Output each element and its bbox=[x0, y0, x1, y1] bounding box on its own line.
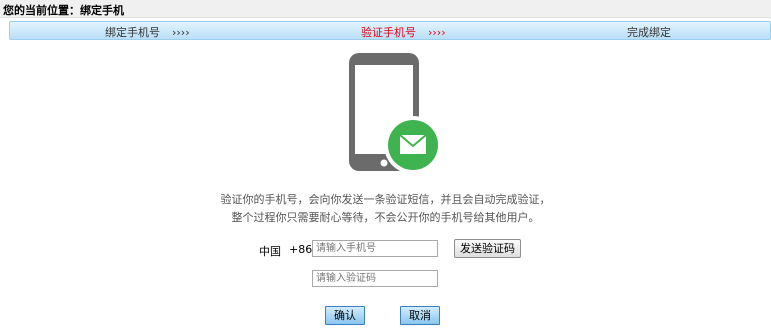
step-progress-bar: 绑定手机号 ›››› 验证手机号 ›››› 完成绑定 bbox=[9, 21, 771, 40]
verification-code-input[interactable] bbox=[312, 270, 438, 287]
location-bar: 您的当前位置：绑定手机 bbox=[0, 0, 771, 18]
step-arrows: ›››› bbox=[172, 26, 190, 39]
breadcrumb: 您的当前位置：绑定手机 bbox=[3, 4, 124, 17]
step-label: 完成绑定 bbox=[627, 26, 671, 39]
step-bind-phone: 绑定手机号 ›››› bbox=[105, 24, 190, 40]
description-line-1: 验证你的手机号，会向你发送一条验证短信，并且会自动完成验证， bbox=[220, 193, 551, 206]
send-code-button[interactable]: 发送验证码 bbox=[454, 239, 521, 258]
step-label: 验证手机号 bbox=[361, 26, 416, 39]
step-complete: 完成绑定 bbox=[627, 24, 671, 40]
confirm-button[interactable]: 确认 bbox=[325, 306, 365, 325]
step-arrows: ›››› bbox=[428, 26, 446, 39]
step-label: 绑定手机号 bbox=[105, 26, 160, 39]
step-verify-phone: 验证手机号 ›››› bbox=[361, 24, 446, 40]
country-label: 中国 bbox=[259, 245, 281, 258]
country-code-label: +86 bbox=[289, 243, 313, 256]
cancel-button[interactable]: 取消 bbox=[400, 306, 440, 325]
phone-input[interactable] bbox=[312, 240, 438, 257]
description-line-2: 整个过程你只需要耐心等待，不会公开你的手机号给其他用户。 bbox=[231, 211, 540, 224]
phone-sms-icon bbox=[347, 52, 445, 174]
